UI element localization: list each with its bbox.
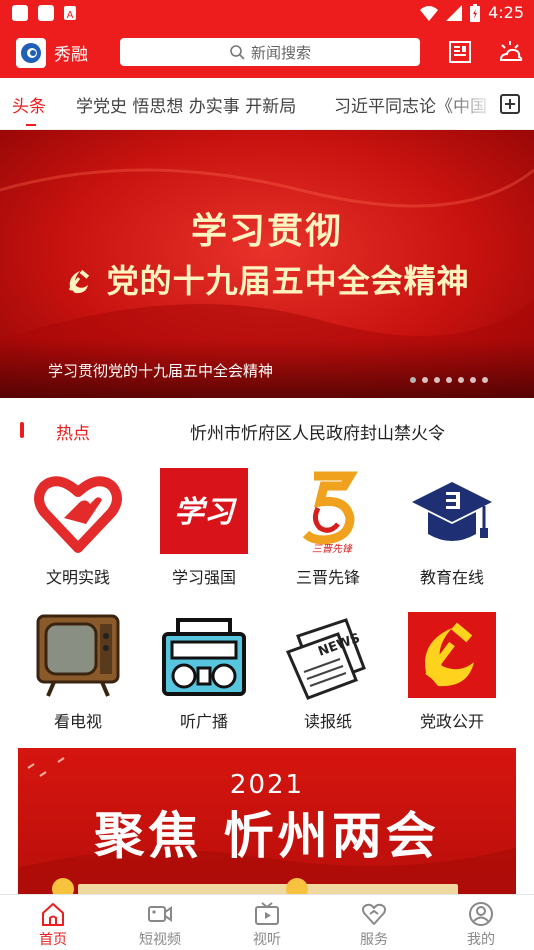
banner-headline-1: 学习贯彻 [190, 210, 343, 252]
nav-label: 视听 [253, 932, 281, 948]
search-icon [230, 45, 245, 60]
user-icon [469, 902, 493, 926]
service-label: 听广播 [179, 712, 228, 731]
signal-icon [446, 4, 463, 21]
service-sanjin[interactable]: 三晋先锋 三晋先锋 [272, 468, 384, 598]
wifi-icon [420, 5, 439, 21]
hot-marker [20, 422, 24, 438]
weather-icon[interactable] [496, 38, 524, 66]
app-logo[interactable] [16, 38, 46, 68]
nav-label: 首页 [39, 932, 67, 948]
service-label: 党政公开 [419, 712, 484, 731]
service-wenming[interactable]: 文明实践 [22, 468, 134, 598]
tab-party-history[interactable]: 学党史 悟思想 办实事 开新局 [76, 92, 296, 117]
newspaper-icon[interactable] [446, 38, 474, 66]
search-input[interactable]: 新闻搜索 [120, 38, 420, 66]
carousel-dot[interactable] [446, 377, 452, 383]
banner-caption: 学习贯彻党的十九届五中全会精神 [48, 362, 274, 380]
app-name: 秀融 [54, 45, 88, 65]
status-bar: A 4:25 [0, 0, 534, 28]
svg-text:三晋先锋: 三晋先锋 [312, 543, 353, 555]
carousel-dot[interactable] [422, 377, 428, 383]
app-header: 秀融 新闻搜索 [0, 28, 534, 78]
nav-profile[interactable]: 我的 [441, 901, 521, 949]
channel-tabs: 头条 学党史 悟思想 办实事 开新局 习近平同志论《中国 [0, 78, 534, 130]
service-education[interactable]: 教育在线 [396, 468, 508, 598]
carousel-dot[interactable] [434, 377, 440, 383]
service-heart-icon [362, 903, 386, 925]
service-newspaper[interactable]: NEWS 读报纸 [272, 612, 384, 742]
nav-label: 服务 [360, 932, 388, 948]
service-label: 教育在线 [419, 568, 484, 587]
newspaper-icon: NEWS [285, 618, 366, 700]
carousel-dot[interactable] [482, 377, 488, 383]
nav-home[interactable]: 首页 [13, 901, 93, 949]
home-icon [42, 903, 64, 926]
active-tab-indicator [26, 124, 36, 126]
hot-news-ticker[interactable]: 热点 忻州市忻府区人民政府封山禁火令 [0, 408, 534, 452]
tv-play-icon [255, 902, 279, 925]
heart-hand-icon [34, 476, 122, 553]
app-notification-icon [12, 5, 28, 21]
battery-icon [470, 3, 481, 22]
nav-services[interactable]: 服务 [334, 901, 414, 949]
carousel-dot[interactable] [410, 377, 416, 383]
square-notification-icon [38, 5, 54, 21]
hot-headline[interactable]: 忻州市忻府区人民政府封山禁火令 [190, 419, 445, 444]
hammer-sickle-icon [69, 269, 90, 294]
tabs-fade [440, 78, 496, 130]
service-label: 学习强国 [171, 568, 236, 587]
service-label: 文明实践 [45, 568, 110, 587]
service-radio[interactable]: 听广播 [148, 612, 260, 742]
service-label: 三晋先锋 [295, 568, 360, 587]
svg-text:学习: 学习 [174, 495, 238, 530]
clock: 4:25 [488, 3, 524, 22]
tv-icon [36, 614, 120, 697]
add-channel-icon[interactable] [500, 94, 520, 114]
video-icon [148, 906, 172, 922]
graduation-cap-icon [412, 482, 492, 541]
carousel-dots [410, 377, 488, 383]
xuexi-logo-icon: 学习 [160, 468, 248, 554]
download-notification-icon: A [64, 6, 76, 21]
banner-headline-2: 党的十九届五中全会精神 [0, 256, 534, 302]
bottom-navigation: 首页 短视频 视听 服务 我的 [0, 894, 534, 950]
app-logo-icon [21, 43, 41, 63]
service-label: 看电视 [53, 712, 102, 731]
carousel-banner[interactable]: 学习贯彻 党的十九届五中全会精神 学习贯彻党的十九届五中全会精神 [0, 130, 534, 398]
nav-label: 我的 [467, 932, 495, 948]
radio-icon [162, 618, 246, 696]
sanjin-logo-icon: 三晋先锋 [302, 471, 358, 555]
party-emblem-icon [408, 612, 496, 698]
search-placeholder: 新闻搜索 [250, 43, 311, 62]
service-label: 读报纸 [303, 712, 352, 731]
tab-headline[interactable]: 头条 [12, 92, 46, 117]
carousel-dot[interactable] [470, 377, 476, 383]
service-xuexi[interactable]: 学习 学习强国 [148, 468, 260, 598]
carousel-dot[interactable] [458, 377, 464, 383]
promo-title: 聚焦 忻州两会 [94, 806, 440, 865]
hot-label: 热点 [56, 424, 90, 444]
svg-text:A: A [67, 10, 74, 21]
nav-short-video[interactable]: 短视频 [120, 901, 200, 949]
promo-banner[interactable]: 2021 聚焦 忻州两会 [18, 748, 516, 898]
nav-audiovisual[interactable]: 视听 [227, 901, 307, 949]
nav-label: 短视频 [139, 932, 181, 948]
service-tv[interactable]: 看电视 [22, 612, 134, 742]
service-party-affairs[interactable]: 党政公开 [396, 612, 508, 742]
